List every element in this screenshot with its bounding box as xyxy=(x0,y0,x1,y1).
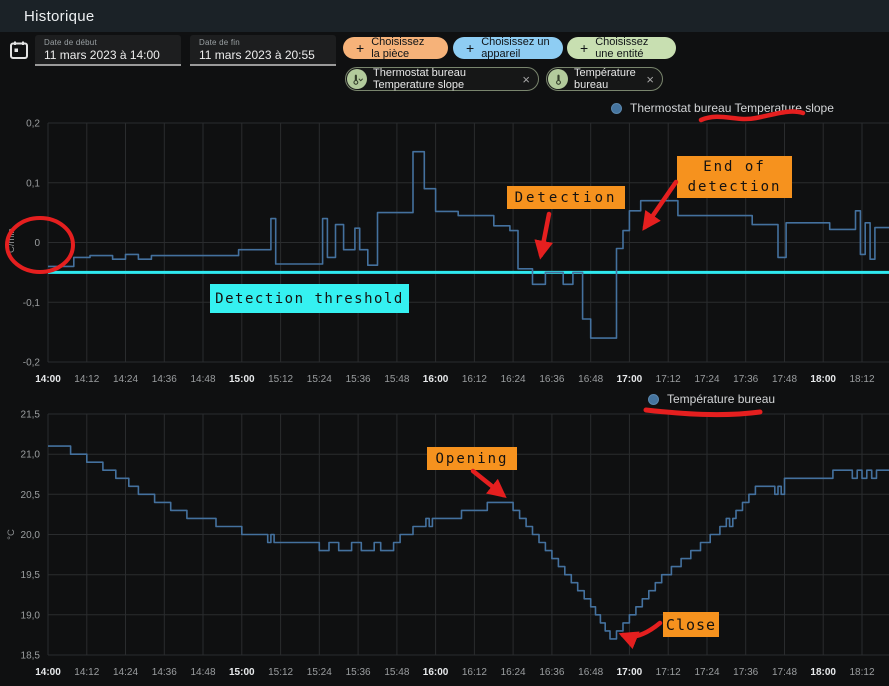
x-tick-label: 15:36 xyxy=(346,667,371,678)
x-tick-label: 17:12 xyxy=(656,374,681,385)
y-tick-label: 21,5 xyxy=(21,410,41,421)
y-tick-label: 0 xyxy=(34,238,40,249)
x-tick-label: 17:36 xyxy=(733,667,758,678)
annotation-end-of-detection: End of detection xyxy=(677,156,792,198)
x-tick-label: 17:48 xyxy=(772,667,797,678)
x-tick-label: 16:48 xyxy=(578,667,603,678)
x-tick-label: 18:00 xyxy=(810,374,836,385)
x-tick-label: 14:00 xyxy=(35,667,61,678)
annotation-detection: Detection xyxy=(507,186,625,209)
x-tick-label: 17:00 xyxy=(617,374,643,385)
x-tick-label: 15:24 xyxy=(307,667,332,678)
x-tick-label: 17:12 xyxy=(656,667,681,678)
x-tick-label: 15:12 xyxy=(268,374,293,385)
x-tick-label: 17:24 xyxy=(694,667,719,678)
x-tick-label: 16:24 xyxy=(501,667,526,678)
y-tick-label: 21,0 xyxy=(21,450,41,461)
x-tick-label: 15:48 xyxy=(384,667,409,678)
annotation-close: Close xyxy=(663,612,719,637)
x-tick-label: 16:24 xyxy=(501,374,526,385)
x-tick-label: 14:36 xyxy=(152,667,177,678)
y-tick-label: -0,2 xyxy=(23,358,41,369)
x-tick-label: 14:36 xyxy=(152,374,177,385)
x-tick-label: 15:48 xyxy=(384,374,409,385)
x-tick-label: 14:24 xyxy=(113,374,138,385)
series-line xyxy=(48,446,889,639)
y-axis-title: °C/min xyxy=(6,228,17,257)
x-tick-label: 14:12 xyxy=(74,667,99,678)
y-tick-label: 0,2 xyxy=(26,119,40,130)
charts-canvas[interactable]: 14:00 14:12 14:24 14:36 14:48 15:00 15:12 15:24… xyxy=(0,0,889,686)
x-tick-label: 16:36 xyxy=(539,667,564,678)
x-tick-label: 14:24 xyxy=(113,667,138,678)
y-tick-label: 0,1 xyxy=(26,178,40,189)
y-tick-label: 19,0 xyxy=(21,610,41,621)
x-tick-label: 17:24 xyxy=(694,374,719,385)
x-tick-label: 15:00 xyxy=(229,374,255,385)
y-tick-label: 20,5 xyxy=(21,490,41,501)
y-axis-title: °C xyxy=(6,529,17,540)
y-tick-label: 20,0 xyxy=(21,530,41,541)
annotation-opening: Opening xyxy=(427,447,517,470)
x-tick-label: 17:36 xyxy=(733,374,758,385)
history-page: Historique Date de début 11 mars 2023 à … xyxy=(0,0,889,686)
x-tick-label: 14:12 xyxy=(74,374,99,385)
x-tick-label: 15:12 xyxy=(268,667,293,678)
x-tick-label: 14:48 xyxy=(190,667,215,678)
x-tick-label: 15:36 xyxy=(346,374,371,385)
x-tick-label: 16:12 xyxy=(462,667,487,678)
x-tick-label: 16:00 xyxy=(423,667,449,678)
x-tick-label: 15:24 xyxy=(307,374,332,385)
x-tick-label: 18:12 xyxy=(849,374,874,385)
x-tick-label: 18:00 xyxy=(810,667,836,678)
x-tick-label: 15:00 xyxy=(229,667,255,678)
x-tick-label: 14:00 xyxy=(35,374,61,385)
x-tick-label: 16:48 xyxy=(578,374,603,385)
x-tick-label: 16:00 xyxy=(423,374,449,385)
annotation-detection-threshold: Detection threshold xyxy=(210,284,409,313)
y-tick-label: 18,5 xyxy=(21,651,41,662)
x-tick-label: 18:12 xyxy=(849,667,874,678)
y-tick-label: -0,1 xyxy=(23,298,41,309)
x-tick-label: 17:48 xyxy=(772,374,797,385)
x-tick-label: 16:12 xyxy=(462,374,487,385)
x-tick-label: 16:36 xyxy=(539,374,564,385)
x-tick-label: 17:00 xyxy=(617,667,643,678)
y-tick-label: 19,5 xyxy=(21,570,41,581)
x-tick-label: 14:48 xyxy=(190,374,215,385)
